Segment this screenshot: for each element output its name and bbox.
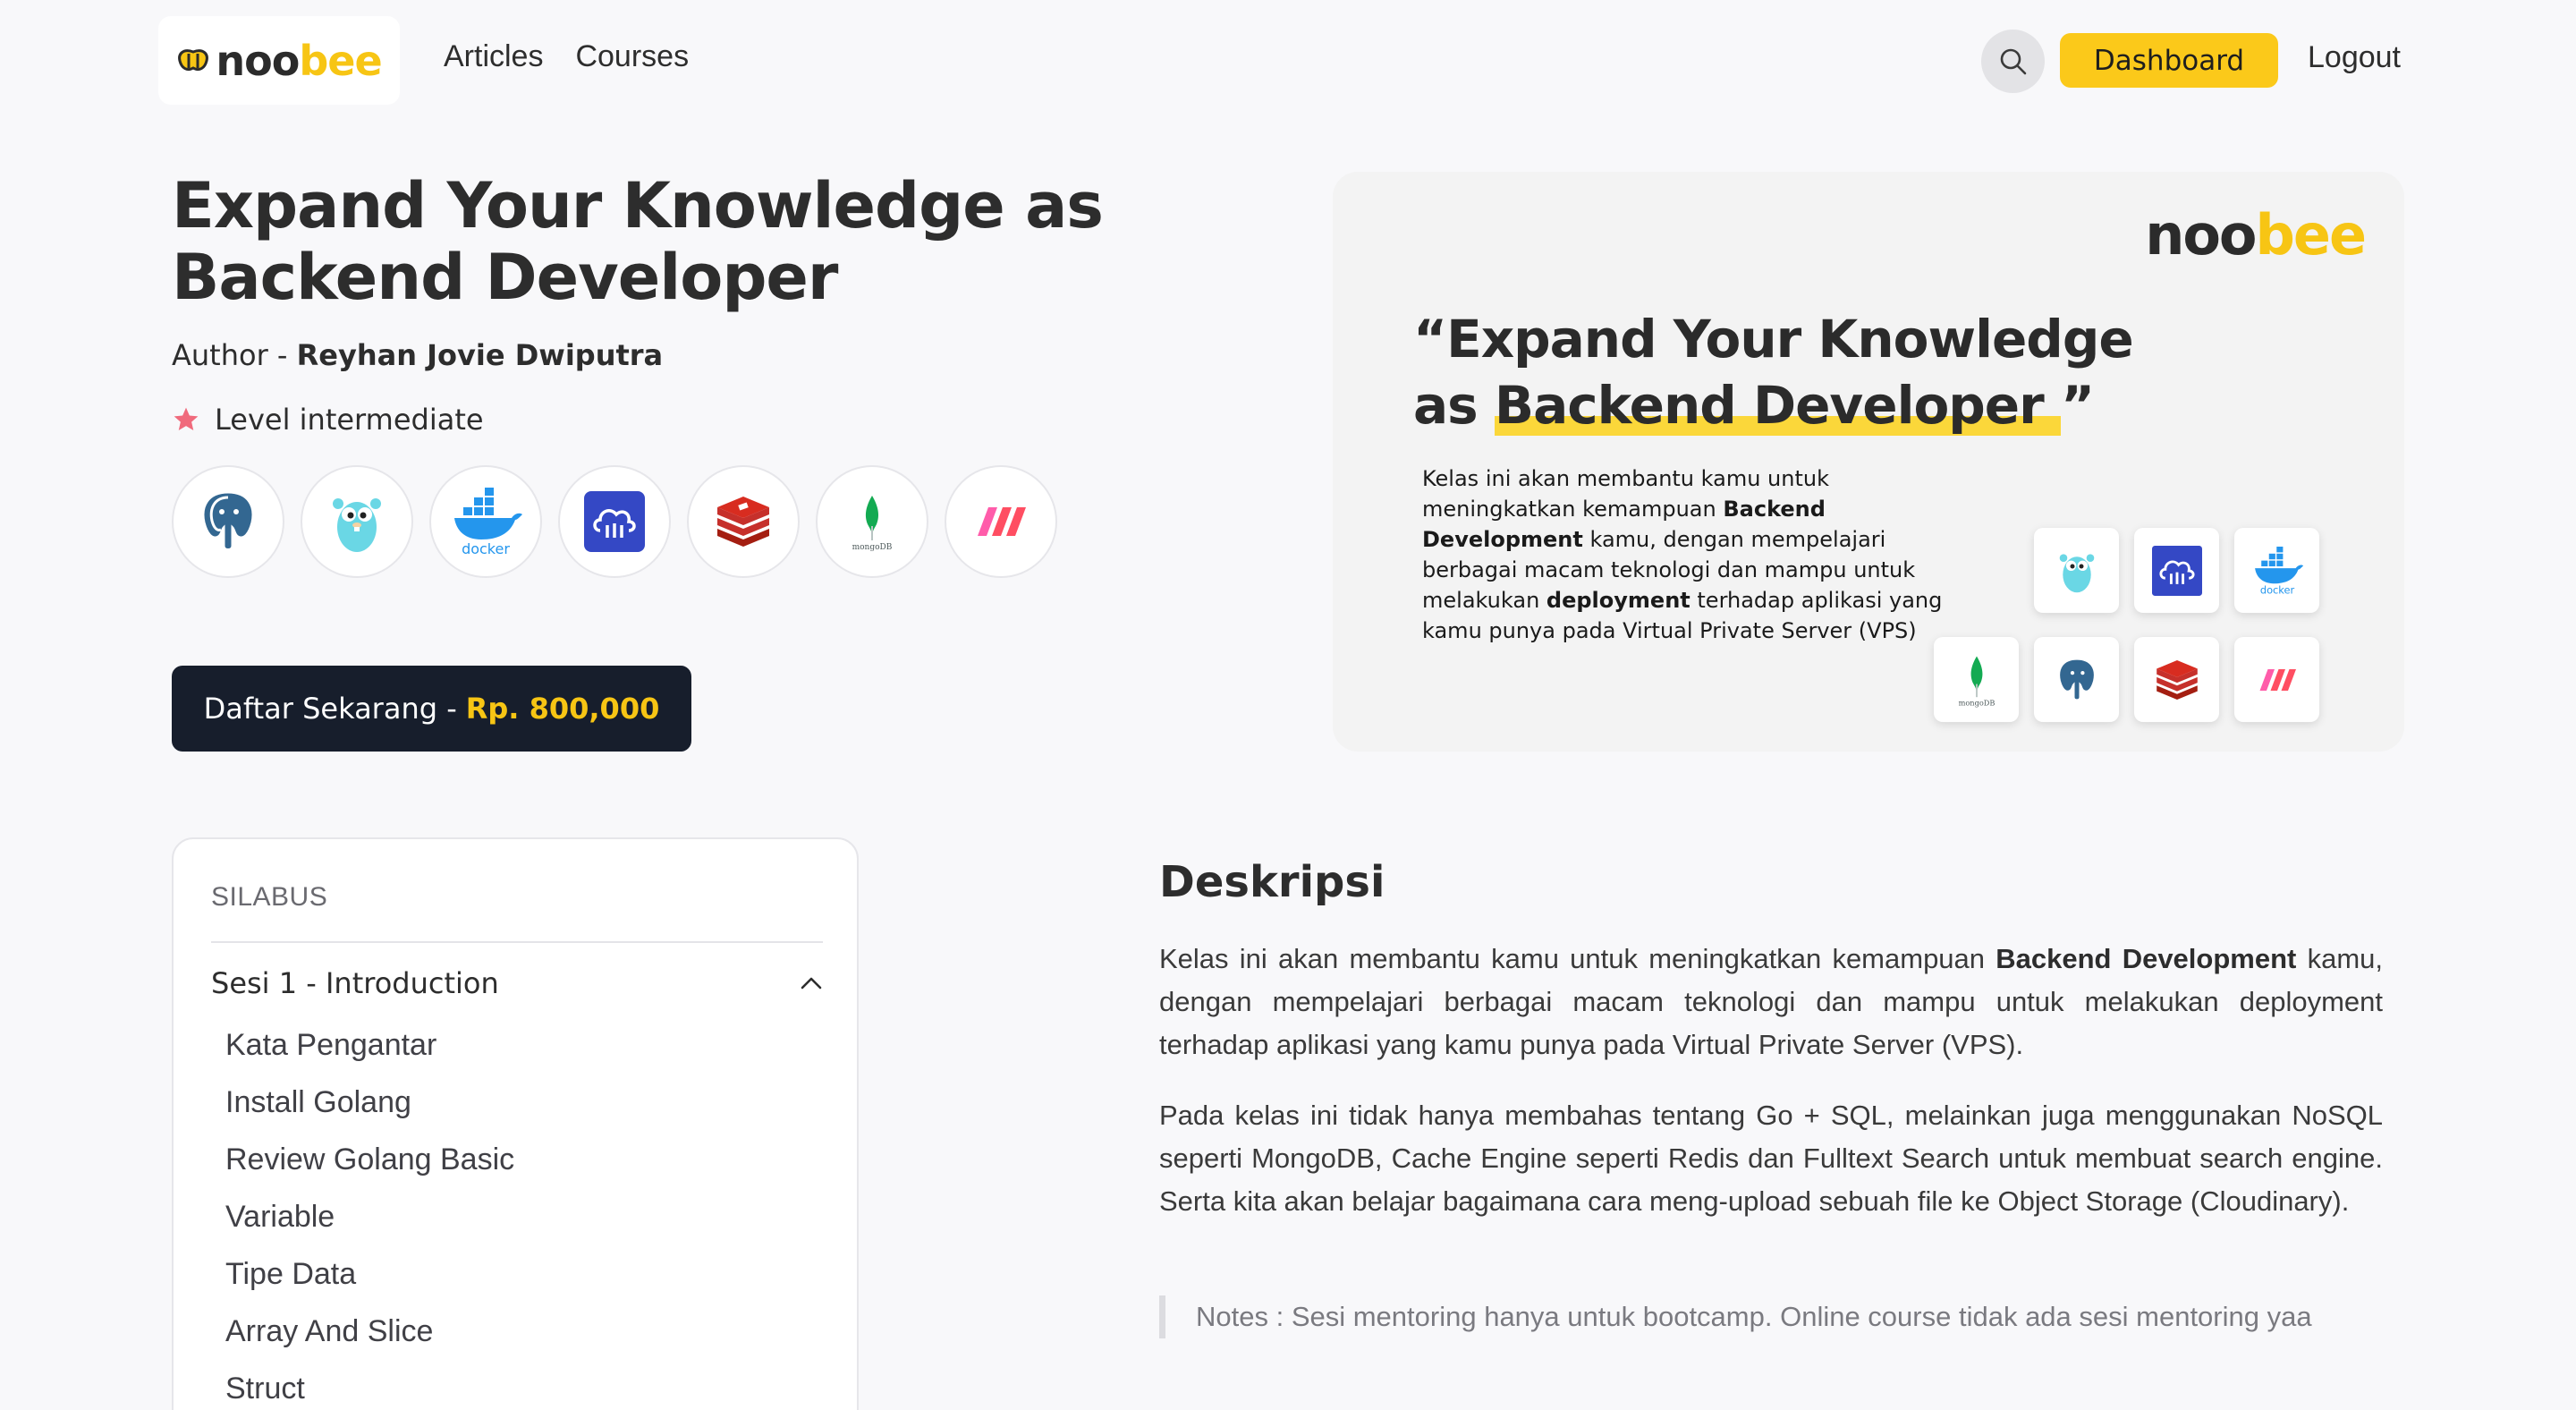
banner-tile-meilisearch <box>2234 637 2319 722</box>
nav-courses[interactable]: Courses <box>575 39 689 74</box>
nav-articles[interactable]: Articles <box>444 39 543 74</box>
golang-gopher-icon <box>2059 553 2094 592</box>
tech-golang <box>301 465 413 578</box>
bee-logo-icon <box>178 48 209 71</box>
tech-mongodb: mongoDB <box>816 465 928 578</box>
meilisearch-icon <box>2259 668 2296 691</box>
course-level: Level intermediate <box>172 403 484 437</box>
logout-link[interactable]: Logout <box>2308 40 2401 75</box>
banner-tile-docker: docker <box>2234 528 2319 613</box>
mongodb-icon: mongoDB <box>1958 655 1995 707</box>
search-icon <box>2000 48 2026 74</box>
desc-p1-bold: Backend Development <box>1996 943 2297 974</box>
postgresql-icon <box>201 490 255 551</box>
banner-logo-noo: noo <box>2145 202 2257 268</box>
tech-stack: docker mongoDB <box>172 465 1057 578</box>
banner-quote-close: ” <box>2060 375 2095 436</box>
banner-quote-highlight: Backend Developer <box>1494 375 2061 436</box>
noobee-logo[interactable]: noobee <box>158 16 400 105</box>
main-nav: Articles Courses <box>444 39 689 74</box>
lesson-item[interactable]: Array And Slice <box>225 1303 514 1360</box>
logo-text-noo: noo <box>216 36 300 85</box>
golang-gopher-icon <box>333 498 381 552</box>
lesson-item[interactable]: Struct <box>225 1360 514 1410</box>
mentoring-note: Notes : Sesi mentoring hanya untuk bootc… <box>1159 1295 2354 1338</box>
banner-quote-as: as <box>1413 375 1495 436</box>
chevron-up-icon[interactable] <box>800 976 823 990</box>
banner-quote: “Expand Your Knowledge as Backend Develo… <box>1413 306 2134 438</box>
author-prefix: Author - <box>172 338 297 372</box>
description-body: Kelas ini akan membantu kamu untuk menin… <box>1159 938 2383 1251</box>
top-nav: noobee Articles Courses Dashboard Logout <box>0 0 2576 121</box>
meilisearch-icon <box>978 507 1026 536</box>
redis-icon <box>717 497 769 547</box>
svg-text:docker: docker <box>2259 583 2294 596</box>
lesson-item[interactable]: Tipe Data <box>225 1245 514 1303</box>
svg-text:docker: docker <box>462 540 510 557</box>
lesson-item[interactable]: Variable <box>225 1188 514 1245</box>
svg-text:mongoDB: mongoDB <box>1958 698 1995 707</box>
search-button[interactable] <box>1981 30 2045 93</box>
banner-description: Kelas ini akan membantu kamu untuk menin… <box>1422 463 1977 646</box>
session-1-toggle[interactable]: Sesi 1 - Introduction <box>211 966 823 1000</box>
syllabus-heading: SILABUS <box>211 882 328 912</box>
logo-wordmark: noobee <box>216 36 382 85</box>
register-button[interactable]: Daftar Sekarang - Rp. 800,000 <box>172 666 691 752</box>
banner-tile-golang <box>2034 528 2119 613</box>
tech-redis <box>687 465 800 578</box>
banner-tile-redis <box>2134 637 2219 722</box>
banner-tile-mongodb: mongoDB <box>1934 637 2019 722</box>
syllabus-panel: SILABUS Sesi 1 - Introduction Kata Penga… <box>172 837 859 1410</box>
svg-text:mongoDB: mongoDB <box>852 543 893 552</box>
description-heading: Deskripsi <box>1159 857 1385 907</box>
cloudinary-icon <box>2151 545 2202 596</box>
tech-meilisearch <box>945 465 1057 578</box>
banner-desc-bold2: deployment <box>1546 588 1690 613</box>
dashboard-button[interactable]: Dashboard <box>2060 33 2278 88</box>
course-banner: noobee “Expand Your Knowledge as Backend… <box>1333 172 2404 752</box>
tech-cloudinary <box>558 465 671 578</box>
description-paragraph-1: Kelas ini akan membantu kamu untuk menin… <box>1159 938 2383 1066</box>
course-title: Expand Your Knowledge as Backend Develop… <box>172 169 1104 314</box>
session-title: Sesi 1 - Introduction <box>211 966 499 1000</box>
tech-docker: docker <box>429 465 542 578</box>
redis-icon <box>2156 659 2198 700</box>
lesson-item[interactable]: Review Golang Basic <box>225 1131 514 1188</box>
lesson-item[interactable]: Kata Pengantar <box>225 1016 514 1074</box>
docker-icon: docker <box>454 488 522 557</box>
lesson-list: Kata Pengantar Install Golang Review Gol… <box>225 1016 514 1410</box>
desc-p1-a: Kelas ini akan membantu kamu untuk menin… <box>1159 943 1996 974</box>
banner-tile-cloudinary <box>2134 528 2219 613</box>
banner-tile-postgresql <box>2034 637 2119 722</box>
author-name: Reyhan Jovie Dwiputra <box>296 338 664 372</box>
banner-logo-bee: bee <box>2255 202 2367 268</box>
cloudinary-icon <box>584 491 645 552</box>
docker-icon: docker <box>2254 546 2303 596</box>
course-author: Author - Reyhan Jovie Dwiputra <box>172 338 663 372</box>
postgresql-icon <box>2057 657 2096 701</box>
banner-quote-line1: “Expand Your Knowledge <box>1413 309 2134 369</box>
cta-price: Rp. 800,000 <box>465 692 660 726</box>
logo-text-bee: bee <box>299 36 382 85</box>
syllabus-divider <box>211 941 823 943</box>
tech-postgresql <box>172 465 284 578</box>
description-paragraph-2: Pada kelas ini tidak hanya membahas tent… <box>1159 1100 2383 1217</box>
banner-quote-line2: as Backend Developer ” <box>1413 372 2133 438</box>
level-label: Level intermediate <box>215 403 484 437</box>
star-icon <box>174 407 199 430</box>
lesson-item[interactable]: Install Golang <box>225 1074 514 1131</box>
banner-logo: noobee <box>2145 202 2367 268</box>
cta-label: Daftar Sekarang - <box>203 692 457 726</box>
mongodb-icon: mongoDB <box>852 496 893 552</box>
